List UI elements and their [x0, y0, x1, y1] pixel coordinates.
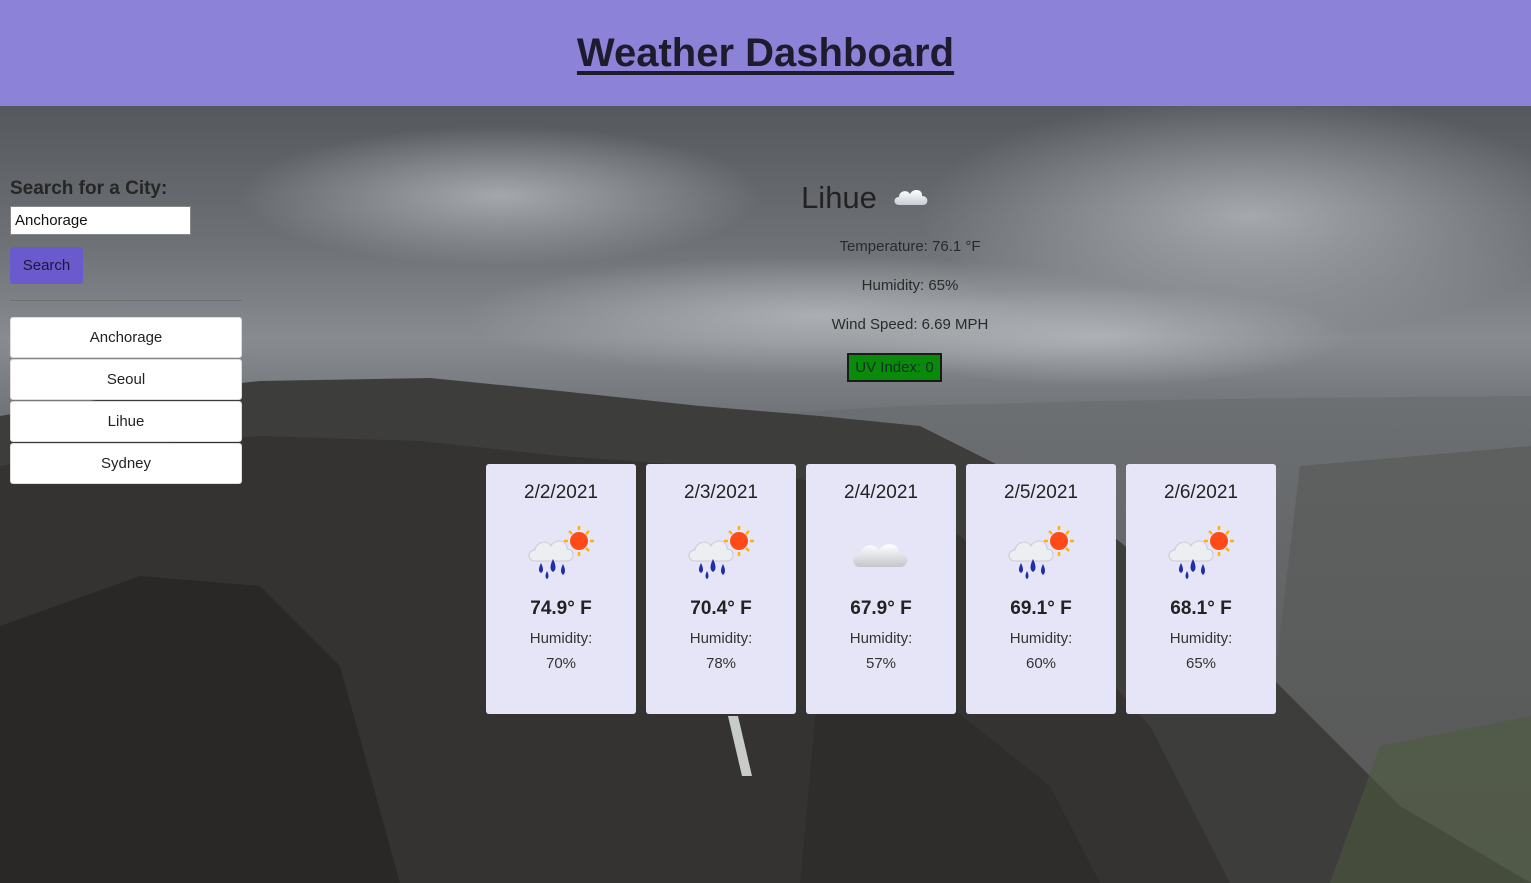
rain-sun-icon [1126, 514, 1276, 592]
forecast-temperature: 69.1° F [1010, 598, 1072, 619]
forecast-humidity-label: Humidity: [1169, 630, 1233, 647]
forecast-temperature: 67.9° F [850, 598, 912, 619]
forecast-date: 2/3/2021 [684, 482, 758, 503]
forecast-date: 2/5/2021 [1004, 482, 1078, 503]
history-city-button[interactable]: Sydney [10, 443, 242, 484]
forecast-temperature: 74.9° F [530, 598, 592, 619]
divider [10, 300, 242, 301]
cloud-icon [891, 183, 931, 214]
rain-sun-icon [486, 514, 636, 592]
forecast-humidity: 70% [545, 655, 577, 672]
forecast-humidity-label: Humidity: [529, 630, 593, 647]
forecast-card: 2/3/2021 70.4° F Humidity: 78% [646, 464, 796, 714]
search-label: Search for a City: [10, 178, 168, 199]
uv-index-badge: UV Index: 0 [847, 353, 942, 382]
forecast-humidity-label: Humidity: [849, 630, 913, 647]
page-title: Weather Dashboard [576, 30, 955, 75]
current-city-row: Lihue [672, 180, 1060, 216]
forecast-card: 2/4/2021 67.9° F Humidity: 57% [806, 464, 956, 714]
current-humidity: Humidity: 65% [861, 277, 959, 294]
forecast-card: 2/5/2021 69.1° F Humidity: 60% [966, 464, 1116, 714]
history-city-button[interactable]: Lihue [10, 401, 242, 442]
search-button[interactable]: Search [10, 247, 83, 284]
rain-sun-icon [646, 514, 796, 592]
forecast-temperature: 68.1° F [1170, 598, 1232, 619]
forecast-humidity: 65% [1185, 655, 1217, 672]
forecast-card: 2/2/2021 74.9° F Humidity: 70% [486, 464, 636, 714]
forecast-card: 2/6/2021 68.1° F Humidity: 65% [1126, 464, 1276, 714]
five-day-forecast: 2/2/2021 74.9° F Humidity: 70% 2/3/2021 … [486, 464, 1276, 714]
current-city-name: Lihue [801, 180, 877, 215]
page-header: Weather Dashboard [0, 0, 1531, 106]
current-temperature: Temperature: 76.1 °F [839, 238, 981, 255]
forecast-temperature: 70.4° F [690, 598, 752, 619]
forecast-humidity-label: Humidity: [1009, 630, 1073, 647]
forecast-date: 2/2/2021 [524, 482, 598, 503]
current-weather: Lihue Temperature: 76.1 °F Humidity: 65%… [760, 180, 1060, 382]
forecast-humidity-label: Humidity: [689, 630, 753, 647]
history-city-button[interactable]: Anchorage [10, 317, 242, 358]
current-wind-speed: Wind Speed: 6.69 MPH [831, 316, 989, 333]
cloud-icon [806, 514, 956, 592]
sidebar: Search for a City: Search Anchorage Seou… [10, 178, 242, 485]
history-city-button[interactable]: Seoul [10, 359, 242, 400]
forecast-humidity: 78% [705, 655, 737, 672]
forecast-date: 2/4/2021 [844, 482, 918, 503]
forecast-humidity: 57% [865, 655, 897, 672]
rain-sun-icon [966, 514, 1116, 592]
forecast-date: 2/6/2021 [1164, 482, 1238, 503]
search-history-list: Anchorage Seoul Lihue Sydney [10, 317, 242, 484]
forecast-humidity: 60% [1025, 655, 1057, 672]
search-input[interactable] [10, 206, 191, 235]
